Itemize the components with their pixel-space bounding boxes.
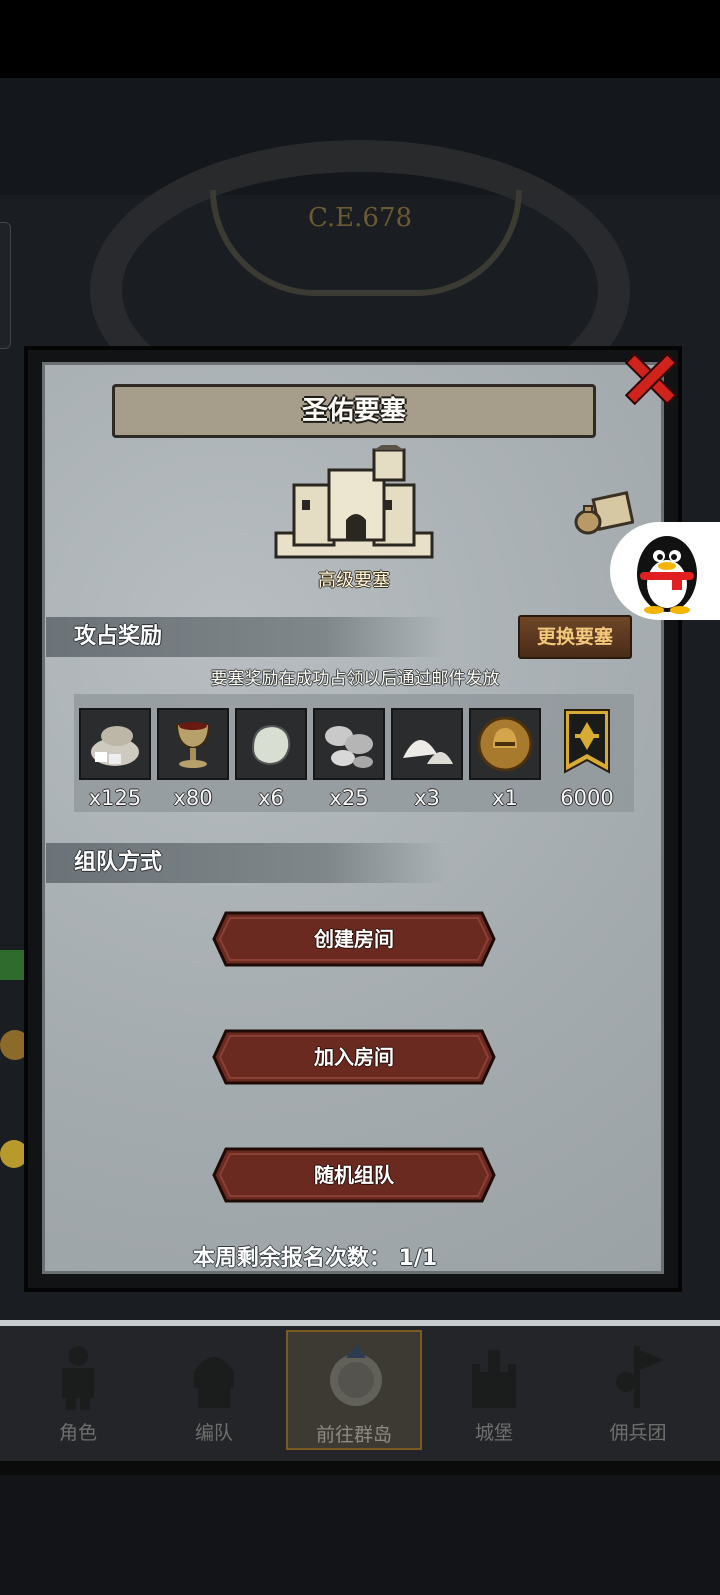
character-icon — [62, 1346, 94, 1410]
qq-float-button[interactable] — [610, 522, 720, 620]
nav-item-character[interactable]: 角色 — [10, 1330, 146, 1450]
nav-label: 城堡 — [474, 1422, 513, 1444]
reward-count: x25 — [329, 786, 369, 810]
side-ring-icon — [0, 1140, 28, 1168]
mercenary-icon — [616, 1346, 664, 1408]
edge-tab[interactable] — [0, 222, 11, 349]
rewards-section-header: 攻占奖励 — [46, 617, 446, 657]
status-bar — [0, 0, 720, 78]
reward-count: 6000 — [560, 786, 614, 810]
team-section-header: 组队方式 — [46, 843, 446, 883]
close-button[interactable] — [622, 352, 680, 406]
rewards-header-text: 攻占奖励 — [74, 624, 163, 649]
fortress-icon — [274, 440, 434, 560]
bottom-background — [0, 1475, 720, 1595]
team-header-text: 组队方式 — [74, 850, 163, 875]
silver-pile-icon — [79, 708, 151, 780]
reward-note: 要塞奖励在成功占领以后通过邮件发放 — [210, 669, 500, 689]
nav-item-castle[interactable]: 城堡 — [426, 1330, 562, 1450]
knight-helmet-coin-icon — [469, 708, 541, 780]
reward-count: x80 — [173, 786, 213, 810]
side-map-icon — [0, 950, 26, 980]
remaining-signups: 本周剩余报名次数： 1/1 — [90, 1240, 540, 1272]
title-bar: 圣佑要塞 — [112, 384, 596, 438]
random-team-button[interactable]: 随机组队 — [212, 1147, 496, 1203]
nav-label: 编队 — [194, 1422, 233, 1444]
year-text: C.E.678 — [307, 203, 413, 233]
nav-label: 角色 — [58, 1422, 97, 1444]
reward-item[interactable]: x125 — [79, 708, 151, 810]
reward-count: x125 — [88, 786, 142, 810]
nav-label: 前往群岛 — [315, 1424, 392, 1446]
reward-item[interactable]: x25 — [313, 708, 385, 810]
reward-item[interactable]: x6 — [235, 708, 307, 810]
join-room-label: 加入房间 — [314, 1045, 394, 1069]
side-compass-icon — [0, 1030, 30, 1060]
salt-pile-icon — [391, 708, 463, 780]
dialog-title: 圣佑要塞 — [301, 396, 406, 426]
reward-item[interactable]: x1 — [469, 708, 541, 810]
remaining-value: 1/1 — [398, 1246, 438, 1271]
nav-label: 佣兵团 — [609, 1422, 667, 1444]
random-team-label: 随机组队 — [314, 1163, 394, 1187]
compass-islands-icon — [330, 1344, 382, 1406]
squad-icon — [194, 1357, 234, 1408]
create-room-label: 创建房间 — [314, 927, 394, 951]
fortress-grade-label: 高级要塞 — [318, 570, 390, 591]
reward-count: x3 — [414, 786, 440, 810]
reward-count: x1 — [492, 786, 518, 810]
pearl-stone-icon — [235, 708, 307, 780]
remaining-label: 本周剩余报名次数： — [192, 1246, 391, 1271]
join-room-button[interactable]: 加入房间 — [212, 1029, 496, 1085]
guild-banner-icon — [551, 708, 623, 780]
reward-item[interactable]: x3 — [391, 708, 463, 810]
create-room-button[interactable]: 创建房间 — [212, 911, 496, 967]
qq-penguin-icon — [637, 536, 697, 614]
reward-item[interactable]: x80 — [157, 708, 229, 810]
nav-item-mercenary[interactable]: 佣兵团 — [570, 1330, 706, 1450]
metal-ore-icon — [313, 708, 385, 780]
goblet-icon — [157, 708, 229, 780]
reward-count: x6 — [258, 786, 284, 810]
reward-item[interactable]: 6000 — [551, 708, 623, 810]
nav-item-squad[interactable]: 编队 — [146, 1330, 282, 1450]
nav-item-islands[interactable]: 前往群岛 — [286, 1330, 422, 1450]
castle-icon — [472, 1350, 516, 1408]
change-fortress-button[interactable]: 更换要塞 — [518, 615, 632, 659]
